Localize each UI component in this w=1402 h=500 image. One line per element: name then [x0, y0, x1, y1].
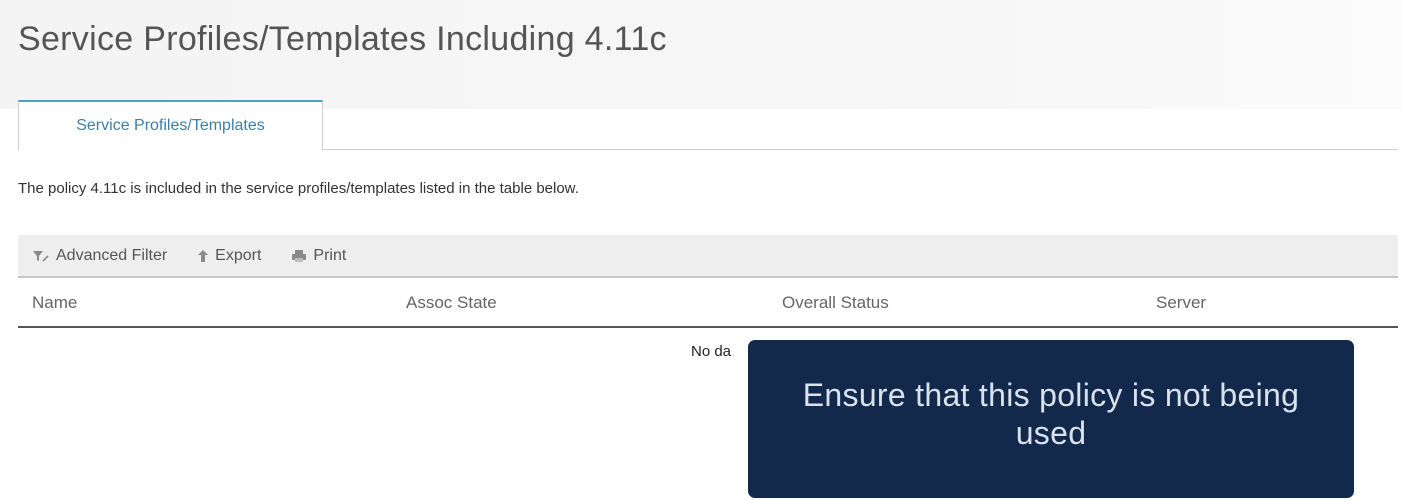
- column-header-overall-status[interactable]: Overall Status: [782, 279, 889, 326]
- tab-strip: Service Profiles/Templates: [18, 100, 1398, 151]
- table-header: Name Assoc State Overall Status Server: [18, 279, 1398, 328]
- page: Service Profiles/Templates Including 4.1…: [0, 0, 1402, 500]
- export-label: Export: [215, 246, 262, 264]
- policy-description: The policy 4.11c is included in the serv…: [18, 180, 579, 197]
- callout-overlay: Ensure that this policy is not being use…: [748, 340, 1354, 498]
- filter-icon: [32, 249, 50, 263]
- printer-icon: [291, 249, 307, 263]
- advanced-filter-label: Advanced Filter: [56, 246, 168, 264]
- print-button[interactable]: Print: [291, 247, 346, 265]
- column-header-assoc-state[interactable]: Assoc State: [406, 279, 497, 326]
- tab-service-profiles-templates[interactable]: Service Profiles/Templates: [18, 100, 323, 151]
- table-toolbar: Advanced Filter Export Print: [18, 235, 1398, 278]
- empty-table-message: No da: [691, 343, 732, 360]
- column-header-name[interactable]: Name: [32, 279, 77, 326]
- page-title: Service Profiles/Templates Including 4.1…: [18, 20, 667, 58]
- callout-text: Ensure that this policy is not being use…: [802, 377, 1300, 451]
- arrow-up-icon: [197, 249, 209, 263]
- column-header-server[interactable]: Server: [1156, 279, 1206, 326]
- export-button[interactable]: Export: [197, 247, 261, 265]
- print-label: Print: [313, 246, 347, 264]
- advanced-filter-button[interactable]: Advanced Filter: [32, 247, 167, 265]
